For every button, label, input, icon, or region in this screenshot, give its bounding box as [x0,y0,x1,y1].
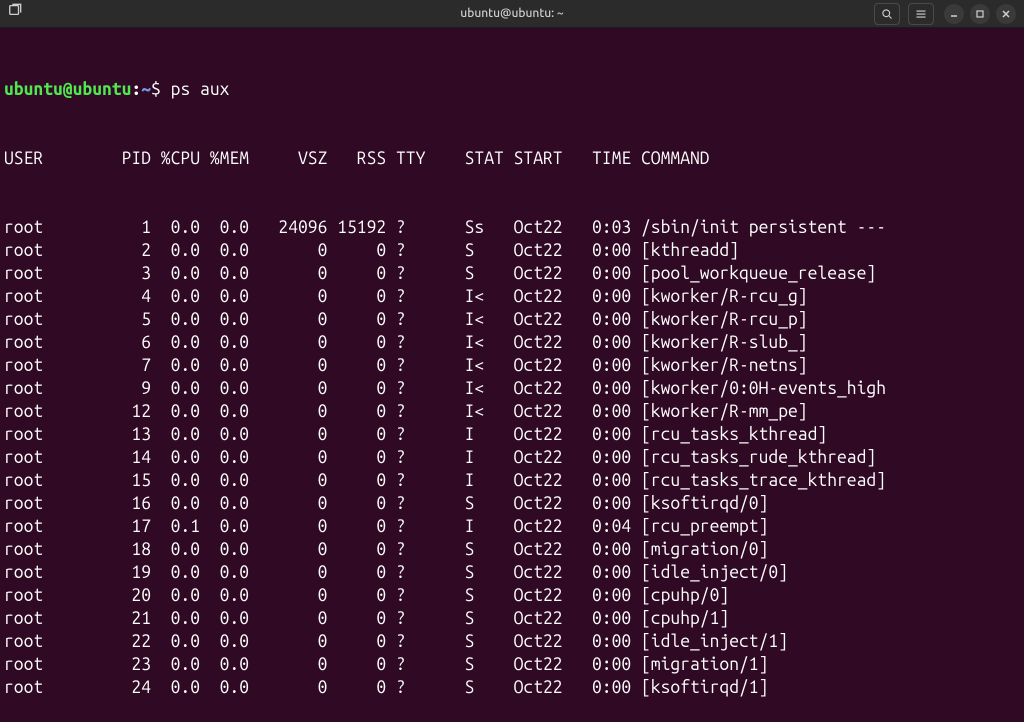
prompt-colon: : [131,80,141,99]
prompt-path: ~ [141,80,151,99]
prompt-symbol: $ [151,80,171,99]
minimize-button[interactable] [944,4,964,24]
ps-row: root 17 0.1 0.0 0 0 ? I Oct22 0:04 [rcu_… [4,515,1020,538]
window-titlebar: ubuntu@ubuntu: ~ [0,0,1024,28]
ps-row: root 4 0.0 0.0 0 0 ? I< Oct22 0:00 [kwor… [4,285,1020,308]
ps-row: root 14 0.0 0.0 0 0 ? I Oct22 0:00 [rcu_… [4,446,1020,469]
search-button[interactable] [874,3,900,25]
ps-row: root 22 0.0 0.0 0 0 ? S Oct22 0:00 [idle… [4,630,1020,653]
window-title: ubuntu@ubuntu: ~ [460,2,563,25]
ps-row: root 12 0.0 0.0 0 0 ? I< Oct22 0:00 [kwo… [4,400,1020,423]
ps-row: root 18 0.0 0.0 0 0 ? S Oct22 0:00 [migr… [4,538,1020,561]
ps-row: root 3 0.0 0.0 0 0 ? S Oct22 0:00 [pool_… [4,262,1020,285]
close-button[interactable] [996,4,1016,24]
ps-row: root 21 0.0 0.0 0 0 ? S Oct22 0:00 [cpuh… [4,607,1020,630]
command-text: ps aux [171,80,230,99]
ps-row: root 1 0.0 0.0 24096 15192 ? Ss Oct22 0:… [4,216,1020,239]
prompt-line: ubuntu@ubuntu:~$ ps aux [4,78,1020,101]
ps-row: root 5 0.0 0.0 0 0 ? I< Oct22 0:00 [kwor… [4,308,1020,331]
ps-body: root 1 0.0 0.0 24096 15192 ? Ss Oct22 0:… [4,216,1020,699]
ps-row: root 20 0.0 0.0 0 0 ? S Oct22 0:00 [cpuh… [4,584,1020,607]
ps-row: root 23 0.0 0.0 0 0 ? S Oct22 0:00 [migr… [4,653,1020,676]
ps-row: root 7 0.0 0.0 0 0 ? I< Oct22 0:00 [kwor… [4,354,1020,377]
ps-row: root 6 0.0 0.0 0 0 ? I< Oct22 0:00 [kwor… [4,331,1020,354]
ps-header: USER PID %CPU %MEM VSZ RSS TTY STAT STAR… [4,147,1020,170]
ps-row: root 24 0.0 0.0 0 0 ? S Oct22 0:00 [ksof… [4,676,1020,699]
maximize-button[interactable] [970,4,990,24]
hamburger-menu-button[interactable] [908,3,934,25]
ps-row: root 2 0.0 0.0 0 0 ? S Oct22 0:00 [kthre… [4,239,1020,262]
terminal-output[interactable]: ubuntu@ubuntu:~$ ps aux USER PID %CPU %M… [0,28,1024,722]
ps-row: root 19 0.0 0.0 0 0 ? S Oct22 0:00 [idle… [4,561,1020,584]
prompt-user-host: ubuntu@ubuntu [4,80,131,99]
ps-row: root 9 0.0 0.0 0 0 ? I< Oct22 0:00 [kwor… [4,377,1020,400]
new-tab-icon[interactable] [8,2,22,25]
ps-row: root 16 0.0 0.0 0 0 ? S Oct22 0:00 [ksof… [4,492,1020,515]
ps-row: root 15 0.0 0.0 0 0 ? I Oct22 0:00 [rcu_… [4,469,1020,492]
ps-row: root 13 0.0 0.0 0 0 ? I Oct22 0:00 [rcu_… [4,423,1020,446]
